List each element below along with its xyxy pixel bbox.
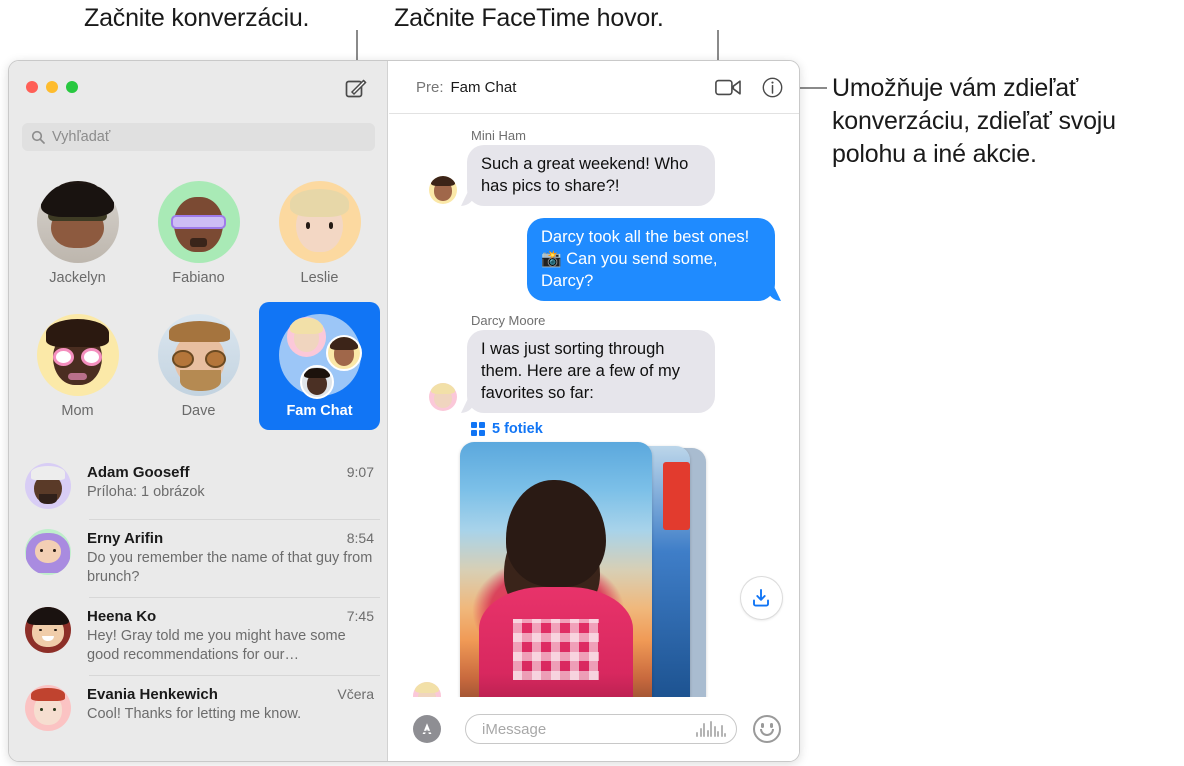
pinned-item-label: Jackelyn <box>49 270 106 286</box>
app-store-icon[interactable] <box>413 715 441 743</box>
message-input[interactable]: iMessage <box>465 714 737 744</box>
to-recipient[interactable]: Fam Chat <box>451 79 517 96</box>
conversation-time: 7:45 <box>346 608 374 624</box>
message-sender: Darcy Moore <box>471 313 546 328</box>
audio-waveform-icon[interactable] <box>696 721 726 737</box>
pinned-item-label: Leslie <box>300 270 339 286</box>
video-camera-icon[interactable] <box>715 78 742 97</box>
to-label: Pre: <box>416 78 444 96</box>
photo-subject-body <box>479 586 633 697</box>
sidebar: Vyhľadať Jackelyn Fabiano Leslie Mom Dav… <box>9 61 388 761</box>
photo-subject-head <box>506 479 606 587</box>
group-avatar <box>278 314 363 400</box>
message-row: Darcy Moore I was just sorting through t… <box>405 313 783 413</box>
search-icon <box>31 130 45 144</box>
grid-icon <box>471 422 485 436</box>
avatar <box>157 314 240 396</box>
search-placeholder: Vyhľadať <box>52 129 111 145</box>
conversation-header: Pre: Fam Chat <box>389 61 799 114</box>
conversation-preview: Do you remember the name of that guy fro… <box>87 550 373 585</box>
avatar <box>25 529 71 575</box>
conversation-list: Adam Gooseff 9:07 Príloha: 1 obrázok Ern… <box>9 453 388 761</box>
conversation-name: Adam Gooseff <box>87 464 190 481</box>
smiley-icon[interactable] <box>753 715 781 743</box>
minimize-button[interactable] <box>46 81 58 93</box>
conversation-preview: Príloha: 1 obrázok <box>87 484 205 500</box>
avatar <box>413 682 441 697</box>
photo-attachment-row <box>405 442 783 697</box>
pinned-item-fam-chat[interactable]: Fam Chat <box>259 302 380 430</box>
pinned-item-label: Fabiano <box>172 270 225 286</box>
conversation-name: Erny Arifin <box>87 530 164 547</box>
conversation-pane: Pre: Fam Chat Mini Ham Such a great week… <box>389 61 799 761</box>
photo-decor <box>663 461 691 531</box>
pinned-item-jackelyn[interactable]: Jackelyn <box>17 169 138 297</box>
conversation-name: Heena Ko <box>87 608 157 625</box>
photo-stack[interactable] <box>460 442 718 697</box>
message-bubble[interactable]: I was just sorting through them. Here ar… <box>467 330 715 413</box>
conversation-row-evania-henkewich[interactable]: Evania Henkewich Včera Cool! Thanks for … <box>9 675 388 741</box>
avatar <box>36 181 119 263</box>
pinned-item-label: Fam Chat <box>286 403 353 419</box>
close-button[interactable] <box>26 81 38 93</box>
messages-window: Vyhľadať Jackelyn Fabiano Leslie Mom Dav… <box>8 60 800 762</box>
avatar <box>25 607 71 653</box>
photo-image <box>460 442 653 697</box>
message-bubble[interactable]: Such a great weekend! Who has pics to sh… <box>467 145 715 206</box>
message-input-bar: iMessage <box>389 697 799 761</box>
conversation-row-heena-ko[interactable]: Heena Ko 7:45 Hey! Gray told me you migh… <box>9 597 388 675</box>
conversation-row-adam-gooseff[interactable]: Adam Gooseff 9:07 Príloha: 1 obrázok <box>9 453 388 519</box>
message-sender: Mini Ham <box>471 128 526 143</box>
conversation-preview: Cool! Thanks for letting me know. <box>87 706 302 722</box>
message-list: Mini Ham Such a great weekend! Who has p… <box>389 114 799 697</box>
conversation-name: Evania Henkewich <box>87 686 218 703</box>
avatar <box>25 685 71 731</box>
pinned-item-label: Mom <box>61 403 94 419</box>
photo-card-front[interactable] <box>460 442 653 697</box>
compose-icon[interactable] <box>343 75 369 101</box>
conversation-time: 9:07 <box>346 464 374 480</box>
avatar <box>429 383 457 411</box>
download-icon[interactable] <box>739 576 783 620</box>
message-bubble[interactable]: Darcy took all the best ones! 📸 Can you … <box>527 218 775 301</box>
facetime-callout-text: Začnite FaceTime hovor. <box>394 4 664 32</box>
message-row: Darcy took all the best ones! 📸 Can you … <box>405 218 783 301</box>
conversation-time: Včera <box>337 686 374 702</box>
screenshot-root: Začnite konverzáciu. Začnite FaceTime ho… <box>0 0 1184 766</box>
compose-callout-text: Začnite konverzáciu. <box>84 4 310 32</box>
conversation-preview: Hey! Gray told me you might have some go… <box>87 628 346 663</box>
pinned-item-label: Dave <box>181 403 216 419</box>
search-input[interactable]: Vyhľadať <box>22 123 375 151</box>
pinned-conversations: Jackelyn Fabiano Leslie Mom Dave Fam Cha… <box>17 169 380 430</box>
details-callout-text: Umožňuje vám zdieľať konverzáciu, zdieľa… <box>832 74 1116 168</box>
message-row: Mini Ham Such a great weekend! Who has p… <box>405 128 783 206</box>
window-traffic-lights <box>26 81 78 93</box>
conversation-time: 8:54 <box>346 530 374 546</box>
message-placeholder: iMessage <box>482 720 547 738</box>
photo-count-link[interactable]: 5 fotiek <box>471 421 783 437</box>
avatar <box>157 181 240 263</box>
avatar <box>278 181 361 263</box>
avatar <box>429 176 457 204</box>
zoom-button[interactable] <box>66 81 78 93</box>
avatar <box>25 463 71 509</box>
photo-count-label: 5 fotiek <box>492 421 543 437</box>
pinned-item-fabiano[interactable]: Fabiano <box>138 169 259 297</box>
info-circle-icon[interactable] <box>762 77 783 98</box>
pinned-item-mom[interactable]: Mom <box>17 302 138 430</box>
sidebar-toolbar <box>9 61 387 114</box>
avatar <box>36 314 119 396</box>
conversation-row-erny-arifin[interactable]: Erny Arifin 8:54 Do you remember the nam… <box>9 519 388 597</box>
pinned-item-leslie[interactable]: Leslie <box>259 169 380 297</box>
pinned-item-dave[interactable]: Dave <box>138 302 259 430</box>
